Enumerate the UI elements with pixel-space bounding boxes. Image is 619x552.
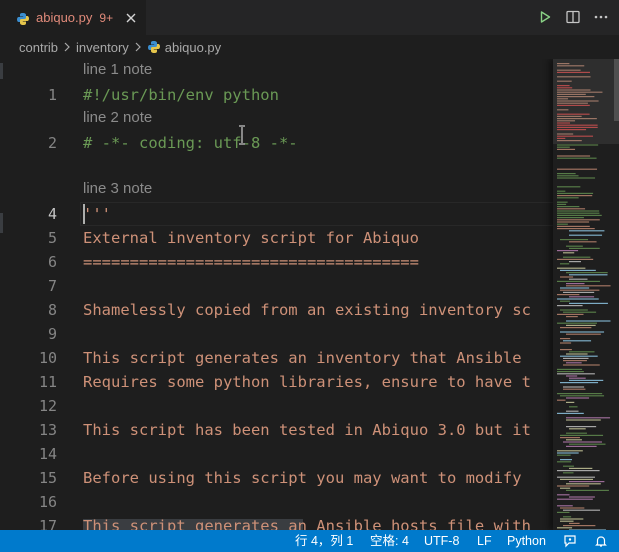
python-file-icon (16, 11, 30, 25)
line-number: 9 (47, 325, 57, 343)
line-text: #!/usr/bin/env python (83, 86, 279, 104)
encoding[interactable]: UTF-8 (424, 530, 459, 552)
python-file-icon (147, 40, 161, 54)
more-actions-icon[interactable] (593, 9, 609, 25)
code-line-16[interactable]: 16 (0, 490, 619, 514)
line-number: 10 (38, 349, 57, 367)
line-text: Before using this script you may want to… (83, 469, 522, 487)
close-icon[interactable] (124, 10, 138, 24)
code-line-5[interactable]: 5 External inventory script for Abiquo (0, 226, 619, 250)
feedback-icon[interactable] (563, 534, 577, 548)
minimap-slider[interactable] (553, 59, 619, 144)
status-bar: 行 4，列 1 空格: 4 UTF-8 LF Python (0, 530, 619, 552)
line-text: External inventory script for Abiquo (83, 229, 419, 247)
line-text: ==================================== (83, 253, 419, 271)
language-mode[interactable]: Python (507, 530, 546, 552)
code-line-15[interactable]: 15 Before using this script you may want… (0, 466, 619, 490)
chevron-right-icon (131, 40, 145, 54)
end-of-line[interactable]: LF (477, 530, 492, 552)
text-cursor (83, 204, 85, 224)
line-number: 13 (38, 421, 57, 439)
line-number: 17 (38, 517, 57, 530)
breadcrumb-file[interactable]: abiquo.py (165, 40, 221, 55)
breadcrumb-contrib[interactable]: contrib (19, 40, 58, 55)
code-line-7[interactable]: 7 (0, 274, 619, 298)
tab-abiquo-py[interactable]: abiquo.py 9+ (0, 0, 146, 35)
tab-bar: abiquo.py 9+ (0, 0, 619, 35)
code-line-6[interactable]: 6 ==================================== (0, 250, 619, 274)
tab-filename: abiquo.py (36, 10, 93, 25)
code-line-13[interactable]: 13 This script has been tested in Abiquo… (0, 418, 619, 442)
inline-note-3: line 3 note (83, 180, 153, 197)
code-line-17[interactable]: 17 This script generates an Ansible host… (0, 514, 619, 530)
minimap[interactable] (553, 59, 619, 530)
breadcrumb-inventory[interactable]: inventory (76, 40, 129, 55)
code-line-2[interactable]: 2 # -*- coding: utf-8 -*- (0, 131, 619, 155)
code-line-14[interactable]: 14 (0, 442, 619, 466)
line-number: 12 (38, 397, 57, 415)
line-number: 5 (47, 229, 57, 247)
indentation[interactable]: 空格: 4 (370, 530, 409, 552)
mouse-ibeam-icon (236, 125, 248, 145)
editor-actions (537, 9, 609, 25)
code-line-9[interactable]: 9 (0, 322, 619, 346)
line-text: # -*- coding: utf-8 -*- (83, 134, 298, 152)
scrollbar-thumb[interactable] (614, 59, 619, 121)
run-icon[interactable] (537, 9, 553, 25)
code-line-10[interactable]: 10 This script generates an inventory th… (0, 346, 619, 370)
breadcrumb: contrib inventory abiquo.py (0, 35, 619, 59)
cursor-position[interactable]: 行 4，列 1 (295, 530, 353, 552)
line-number: 8 (47, 301, 57, 319)
line-number: 15 (38, 469, 57, 487)
code-line-11[interactable]: 11 Requires some python libraries, ensur… (0, 370, 619, 394)
line-text: This script generates an Ansible hosts f… (83, 517, 531, 530)
line-number: 6 (47, 253, 57, 271)
chevron-right-icon (60, 40, 74, 54)
code-line-8[interactable]: 8 Shamelessly copied from an existing in… (0, 298, 619, 322)
line-number: 4 (47, 205, 57, 223)
code-editor[interactable]: line 1 note 1 #!/usr/bin/env python line… (0, 59, 619, 530)
bell-icon[interactable] (594, 534, 608, 548)
code-line-4[interactable]: 4 ''' (0, 202, 619, 226)
gutter-marker (0, 63, 3, 79)
line-number: 11 (38, 373, 57, 391)
code-line-1[interactable]: 1 #!/usr/bin/env python (0, 83, 619, 107)
problems-badge: 9+ (99, 10, 114, 25)
split-editor-icon[interactable] (565, 9, 581, 25)
line-text: Requires some python libraries, ensure t… (83, 373, 531, 391)
inline-note-2: line 2 note (83, 109, 153, 126)
line-number: 1 (47, 86, 57, 104)
line-text: Shamelessly copied from an existing inve… (83, 301, 531, 319)
line-number: 7 (47, 277, 57, 295)
line-number: 14 (38, 445, 57, 463)
line-text: This script has been tested in Abiquo 3.… (83, 421, 531, 439)
code-line-12[interactable]: 12 (0, 394, 619, 418)
line-number: 2 (47, 134, 57, 152)
line-text: ''' (83, 205, 111, 223)
inline-note-1: line 1 note (83, 61, 153, 78)
line-text: This script generates an inventory that … (83, 349, 522, 367)
line-number: 16 (38, 493, 57, 511)
